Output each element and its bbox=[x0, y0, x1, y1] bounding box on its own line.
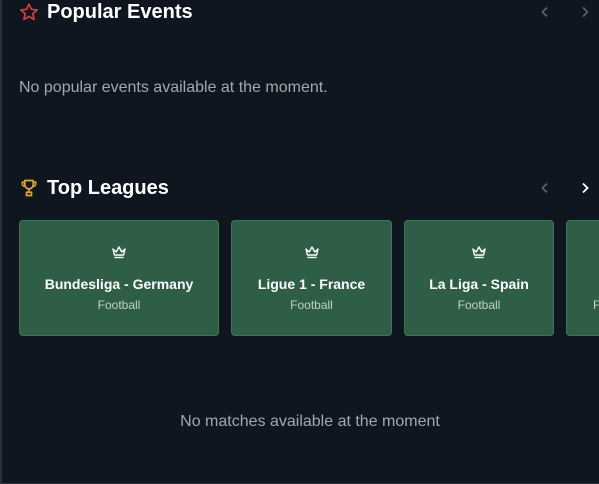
star-icon bbox=[19, 2, 39, 22]
popular-events-header: Popular Events bbox=[19, 0, 599, 27]
league-card[interactable]: Bundesliga - Germany Football bbox=[19, 220, 219, 336]
league-card[interactable]: La Liga - Spain Football bbox=[404, 220, 554, 336]
top-leagues-prev-button[interactable] bbox=[535, 178, 555, 198]
crown-icon bbox=[111, 245, 127, 259]
league-carousel: Bundesliga - Germany Football Ligue 1 - … bbox=[19, 220, 599, 338]
popular-events-prev-button[interactable] bbox=[535, 2, 555, 22]
crown-icon bbox=[304, 245, 320, 259]
league-card[interactable]: F bbox=[566, 220, 599, 336]
league-name: Bundesliga - Germany bbox=[44, 276, 194, 292]
popular-events-next-button[interactable] bbox=[575, 2, 595, 22]
league-name: Ligue 1 - France bbox=[257, 276, 366, 292]
league-sport: Football bbox=[97, 298, 141, 312]
league-name: La Liga - Spain bbox=[429, 276, 529, 292]
matches-empty-message: No matches available at the moment bbox=[180, 413, 440, 430]
chevron-left-icon bbox=[540, 6, 550, 18]
popular-events-title: Popular Events bbox=[47, 0, 193, 23]
top-leagues-next-button[interactable] bbox=[575, 178, 595, 198]
chevron-right-icon bbox=[580, 6, 590, 18]
chevron-left-icon bbox=[540, 182, 550, 194]
league-sport: F bbox=[593, 298, 599, 312]
popular-events-nav bbox=[535, 2, 595, 22]
chevron-right-icon bbox=[580, 182, 590, 194]
top-leagues-header: Top Leagues bbox=[19, 173, 599, 203]
crown-icon bbox=[471, 245, 487, 259]
league-sport: Football bbox=[290, 298, 333, 312]
top-leagues-nav bbox=[535, 178, 595, 198]
top-leagues-title: Top Leagues bbox=[47, 176, 169, 199]
trophy-icon bbox=[19, 178, 39, 198]
league-sport: Football bbox=[457, 298, 501, 312]
league-card[interactable]: Ligue 1 - France Football bbox=[231, 220, 392, 336]
popular-events-empty-message: No popular events available at the momen… bbox=[19, 79, 328, 96]
